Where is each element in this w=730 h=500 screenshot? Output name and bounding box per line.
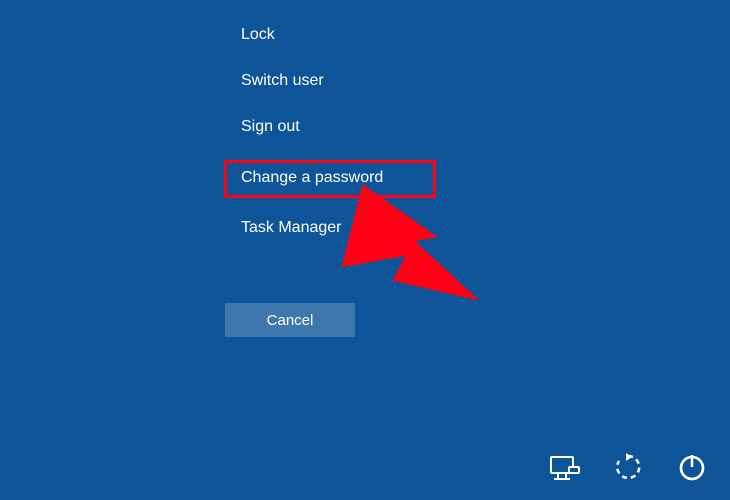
- menu-item-lock[interactable]: Lock: [227, 22, 289, 48]
- power-icon: [676, 451, 708, 483]
- menu-item-label: Task Manager: [241, 219, 342, 236]
- ctrl-alt-del-menu: Lock Switch user Sign out Change a passw…: [227, 22, 436, 261]
- network-button[interactable]: [610, 449, 646, 485]
- bottom-icon-bar: [546, 449, 710, 485]
- cancel-button[interactable]: Cancel: [225, 303, 355, 337]
- menu-item-change-password[interactable]: Change a password: [224, 160, 436, 198]
- restart-icon: [612, 451, 644, 483]
- ease-of-access-button[interactable]: [546, 449, 582, 485]
- menu-item-label: Change a password: [241, 169, 383, 186]
- menu-item-sign-out[interactable]: Sign out: [227, 114, 314, 140]
- menu-item-label: Sign out: [241, 118, 300, 135]
- cancel-button-label: Cancel: [267, 312, 314, 329]
- menu-item-task-manager[interactable]: Task Manager: [227, 215, 356, 241]
- menu-item-label: Switch user: [241, 72, 324, 89]
- menu-item-label: Lock: [241, 26, 275, 43]
- menu-item-switch-user[interactable]: Switch user: [227, 68, 338, 94]
- ease-of-access-icon: [548, 451, 580, 483]
- power-button[interactable]: [674, 449, 710, 485]
